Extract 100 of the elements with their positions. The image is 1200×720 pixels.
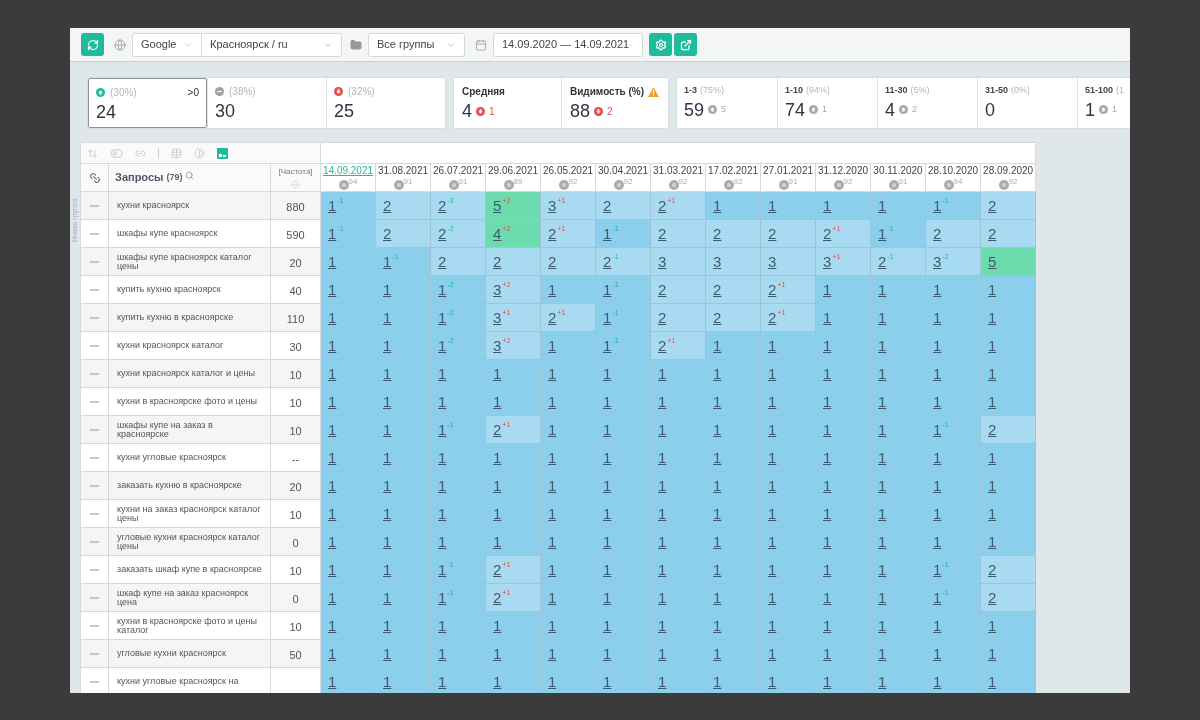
rank-link[interactable]: 1 [383, 673, 392, 690]
rank-link[interactable]: 1 [328, 589, 337, 606]
rank-link[interactable]: 1 [658, 449, 667, 466]
rank-link[interactable]: 1 [438, 421, 447, 438]
rank-link[interactable]: 1 [878, 589, 887, 606]
rank-link[interactable]: 1 [988, 309, 997, 326]
rank-link[interactable]: 1 [878, 505, 887, 522]
rank-link[interactable]: 1 [603, 617, 612, 634]
rank-link[interactable]: 1 [823, 393, 832, 410]
rank-link[interactable]: 1 [438, 393, 447, 410]
rank-link[interactable]: 1 [878, 365, 887, 382]
rank-link[interactable]: 1 [328, 673, 337, 690]
rank-link[interactable]: 1 [438, 533, 447, 550]
group-select[interactable]: Все группы [368, 32, 465, 57]
rank-link[interactable]: 1 [768, 393, 777, 410]
rank-link[interactable]: 2 [988, 197, 997, 214]
rank-link[interactable]: 1 [603, 421, 612, 438]
rank-link[interactable]: 1 [823, 617, 832, 634]
rank-link[interactable]: 1 [878, 309, 887, 326]
rank-link[interactable]: 1 [768, 561, 777, 578]
rank-link[interactable]: 1 [548, 673, 557, 690]
rank-link[interactable]: 1 [493, 449, 502, 466]
engine-select[interactable]: Google [132, 32, 202, 57]
rank-link[interactable]: 1 [933, 365, 942, 382]
rank-link[interactable]: 1 [328, 505, 337, 522]
rank-link[interactable]: 1 [548, 645, 557, 662]
rank-link[interactable]: 1 [933, 337, 942, 354]
rank-link[interactable]: 1 [713, 365, 722, 382]
region-select[interactable]: Красноярск / ru [202, 32, 342, 57]
date-link[interactable]: 14.09.2021 [323, 165, 374, 177]
rank-link[interactable]: 1 [823, 449, 832, 466]
rank-link[interactable]: 2 [548, 253, 557, 270]
rank-link[interactable]: 1 [658, 477, 667, 494]
date-link[interactable]: 29.06.2021 [488, 165, 539, 177]
rank-link[interactable]: 1 [658, 589, 667, 606]
rank-link[interactable]: 1 [438, 365, 447, 382]
rank-link[interactable]: 1 [933, 449, 942, 466]
rank-link[interactable]: 1 [328, 477, 337, 494]
rank-link[interactable]: 1 [328, 421, 337, 438]
rank-link[interactable]: 1 [823, 337, 832, 354]
rank-link[interactable]: 1 [878, 533, 887, 550]
rank-link[interactable]: 2 [493, 421, 502, 438]
rank-link[interactable]: 1 [768, 365, 777, 382]
rank-link[interactable]: 1 [933, 673, 942, 690]
rank-link[interactable]: 1 [383, 281, 392, 298]
rank-link[interactable]: 1 [823, 561, 832, 578]
rank-link[interactable]: 1 [713, 393, 722, 410]
movement-card[interactable]: (32%) 25 [326, 78, 445, 128]
rank-link[interactable]: 1 [493, 673, 502, 690]
rank-link[interactable]: 1 [548, 477, 557, 494]
rank-link[interactable]: 1 [438, 645, 447, 662]
rank-link[interactable]: 2 [988, 421, 997, 438]
rank-link[interactable]: 3 [933, 253, 942, 270]
rank-link[interactable]: 1 [328, 253, 337, 270]
rank-link[interactable]: 5 [988, 253, 997, 270]
rank-link[interactable]: 1 [823, 365, 832, 382]
rank-link[interactable]: 1 [713, 617, 722, 634]
rank-link[interactable]: 1 [328, 225, 337, 242]
rank-link[interactable]: 1 [493, 393, 502, 410]
rank-link[interactable]: 1 [878, 337, 887, 354]
rank-link[interactable]: 1 [603, 225, 612, 242]
rank-link[interactable]: 1 [713, 421, 722, 438]
rank-link[interactable]: 1 [383, 421, 392, 438]
rank-link[interactable]: 2 [658, 281, 667, 298]
rank-link[interactable]: 2 [603, 197, 612, 214]
rank-link[interactable]: 1 [603, 673, 612, 690]
date-link[interactable]: 31.03.2021 [653, 165, 704, 177]
rank-link[interactable]: 1 [603, 337, 612, 354]
rank-link[interactable]: 1 [713, 673, 722, 690]
rank-link[interactable]: 1 [933, 393, 942, 410]
rank-link[interactable]: 1 [658, 505, 667, 522]
rank-link[interactable]: 3 [548, 197, 557, 214]
rank-link[interactable]: 1 [438, 589, 447, 606]
rank-link[interactable]: 1 [603, 505, 612, 522]
rank-link[interactable]: 1 [603, 589, 612, 606]
rank-link[interactable]: 1 [438, 505, 447, 522]
rank-link[interactable]: 1 [328, 561, 337, 578]
rank-link[interactable]: 1 [328, 365, 337, 382]
rank-link[interactable]: 2 [768, 309, 777, 326]
rank-link[interactable]: 1 [438, 561, 447, 578]
rank-link[interactable]: 2 [713, 281, 722, 298]
rank-link[interactable]: 1 [988, 533, 997, 550]
rank-link[interactable]: 1 [768, 421, 777, 438]
rank-link[interactable]: 1 [878, 393, 887, 410]
rank-link[interactable]: 5 [493, 197, 502, 214]
rank-link[interactable]: 1 [988, 617, 997, 634]
rank-link[interactable]: 1 [933, 197, 942, 214]
rank-link[interactable]: 1 [768, 505, 777, 522]
rank-link[interactable]: 3 [823, 253, 832, 270]
rank-link[interactable]: 3 [658, 253, 667, 270]
rank-link[interactable]: 1 [658, 617, 667, 634]
date-link[interactable]: 30.04.2021 [598, 165, 649, 177]
rank-link[interactable]: 1 [493, 477, 502, 494]
movement-card[interactable]: (30%) >0 24 [88, 78, 207, 128]
rank-link[interactable]: 1 [383, 561, 392, 578]
rank-link[interactable]: 1 [878, 421, 887, 438]
rank-link[interactable]: 2 [988, 589, 997, 606]
rank-link[interactable]: 2 [823, 225, 832, 242]
period-select[interactable]: 14.09.2020 — 14.09.2021 [493, 32, 643, 57]
rank-link[interactable]: 1 [823, 673, 832, 690]
